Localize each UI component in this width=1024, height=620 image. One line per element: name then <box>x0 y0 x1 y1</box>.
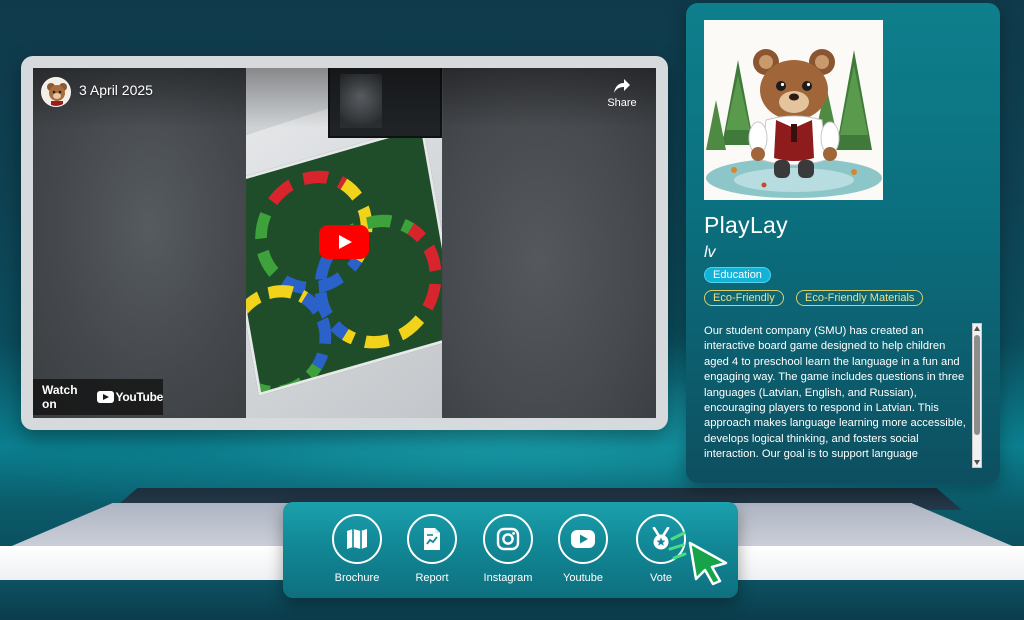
vote-label: Vote <box>649 572 673 584</box>
instagram-icon <box>496 527 520 551</box>
vote-button[interactable]: Vote <box>623 514 699 590</box>
watch-on-youtube-button[interactable]: Watch on YouTube <box>33 379 163 415</box>
youtube-logo-icon <box>96 391 114 403</box>
bottom-toolbar: Brochure Report Instagram Youtube Vote <box>283 502 738 598</box>
project-language: lv <box>704 244 716 261</box>
report-icon <box>424 528 440 550</box>
brochure-circle <box>332 514 382 564</box>
youtube-button[interactable]: Youtube <box>545 514 621 590</box>
report-button[interactable]: Report <box>394 514 470 590</box>
tag-eco-friendly-materials[interactable]: Eco-Friendly Materials <box>796 290 924 306</box>
play-button[interactable] <box>319 225 369 259</box>
project-info-panel: PlayLay lv Education Eco-Friendly Eco-Fr… <box>686 3 1000 483</box>
share-label: Share <box>607 97 637 109</box>
instagram-button[interactable]: Instagram <box>470 514 546 590</box>
project-logo-image <box>704 20 883 200</box>
instagram-circle <box>483 514 533 564</box>
vote-circle <box>636 514 686 564</box>
scroll-down-icon[interactable] <box>974 460 980 465</box>
brochure-icon <box>347 529 367 549</box>
channel-avatar[interactable] <box>41 77 71 107</box>
description-scrollbar[interactable] <box>972 323 982 468</box>
youtube-circle <box>558 514 608 564</box>
scroll-thumb[interactable] <box>974 335 980 435</box>
teddy-bear-illustration <box>704 20 883 200</box>
tag-education[interactable]: Education <box>704 267 771 283</box>
brochure-button[interactable]: Brochure <box>319 514 395 590</box>
share-button[interactable]: Share <box>602 78 642 114</box>
video-frame: 3 April 2025 Share Watch on YouTube <box>21 56 668 430</box>
watch-on-label: Watch on <box>42 383 78 411</box>
project-title: PlayLay <box>704 212 788 238</box>
vote-medal-icon <box>652 527 670 550</box>
share-arrow-icon <box>614 79 630 93</box>
youtube-wordmark: YouTube <box>115 390 164 404</box>
project-description: Our student company (SMU) has created an… <box>704 325 966 461</box>
brochure-label: Brochure <box>334 572 380 584</box>
youtube-icon <box>571 530 595 548</box>
tag-eco-friendly[interactable]: Eco-Friendly <box>704 290 784 306</box>
youtube-logo: YouTube <box>96 390 164 404</box>
report-circle <box>407 514 457 564</box>
instagram-label: Instagram <box>483 572 533 584</box>
youtube-label: Youtube <box>563 572 603 584</box>
video-title[interactable]: 3 April 2025 <box>79 82 153 98</box>
scroll-up-icon[interactable] <box>974 326 980 331</box>
video-top-bar <box>33 68 656 128</box>
report-label: Report <box>415 572 449 584</box>
youtube-video-player[interactable]: 3 April 2025 Share Watch on YouTube <box>33 68 656 418</box>
